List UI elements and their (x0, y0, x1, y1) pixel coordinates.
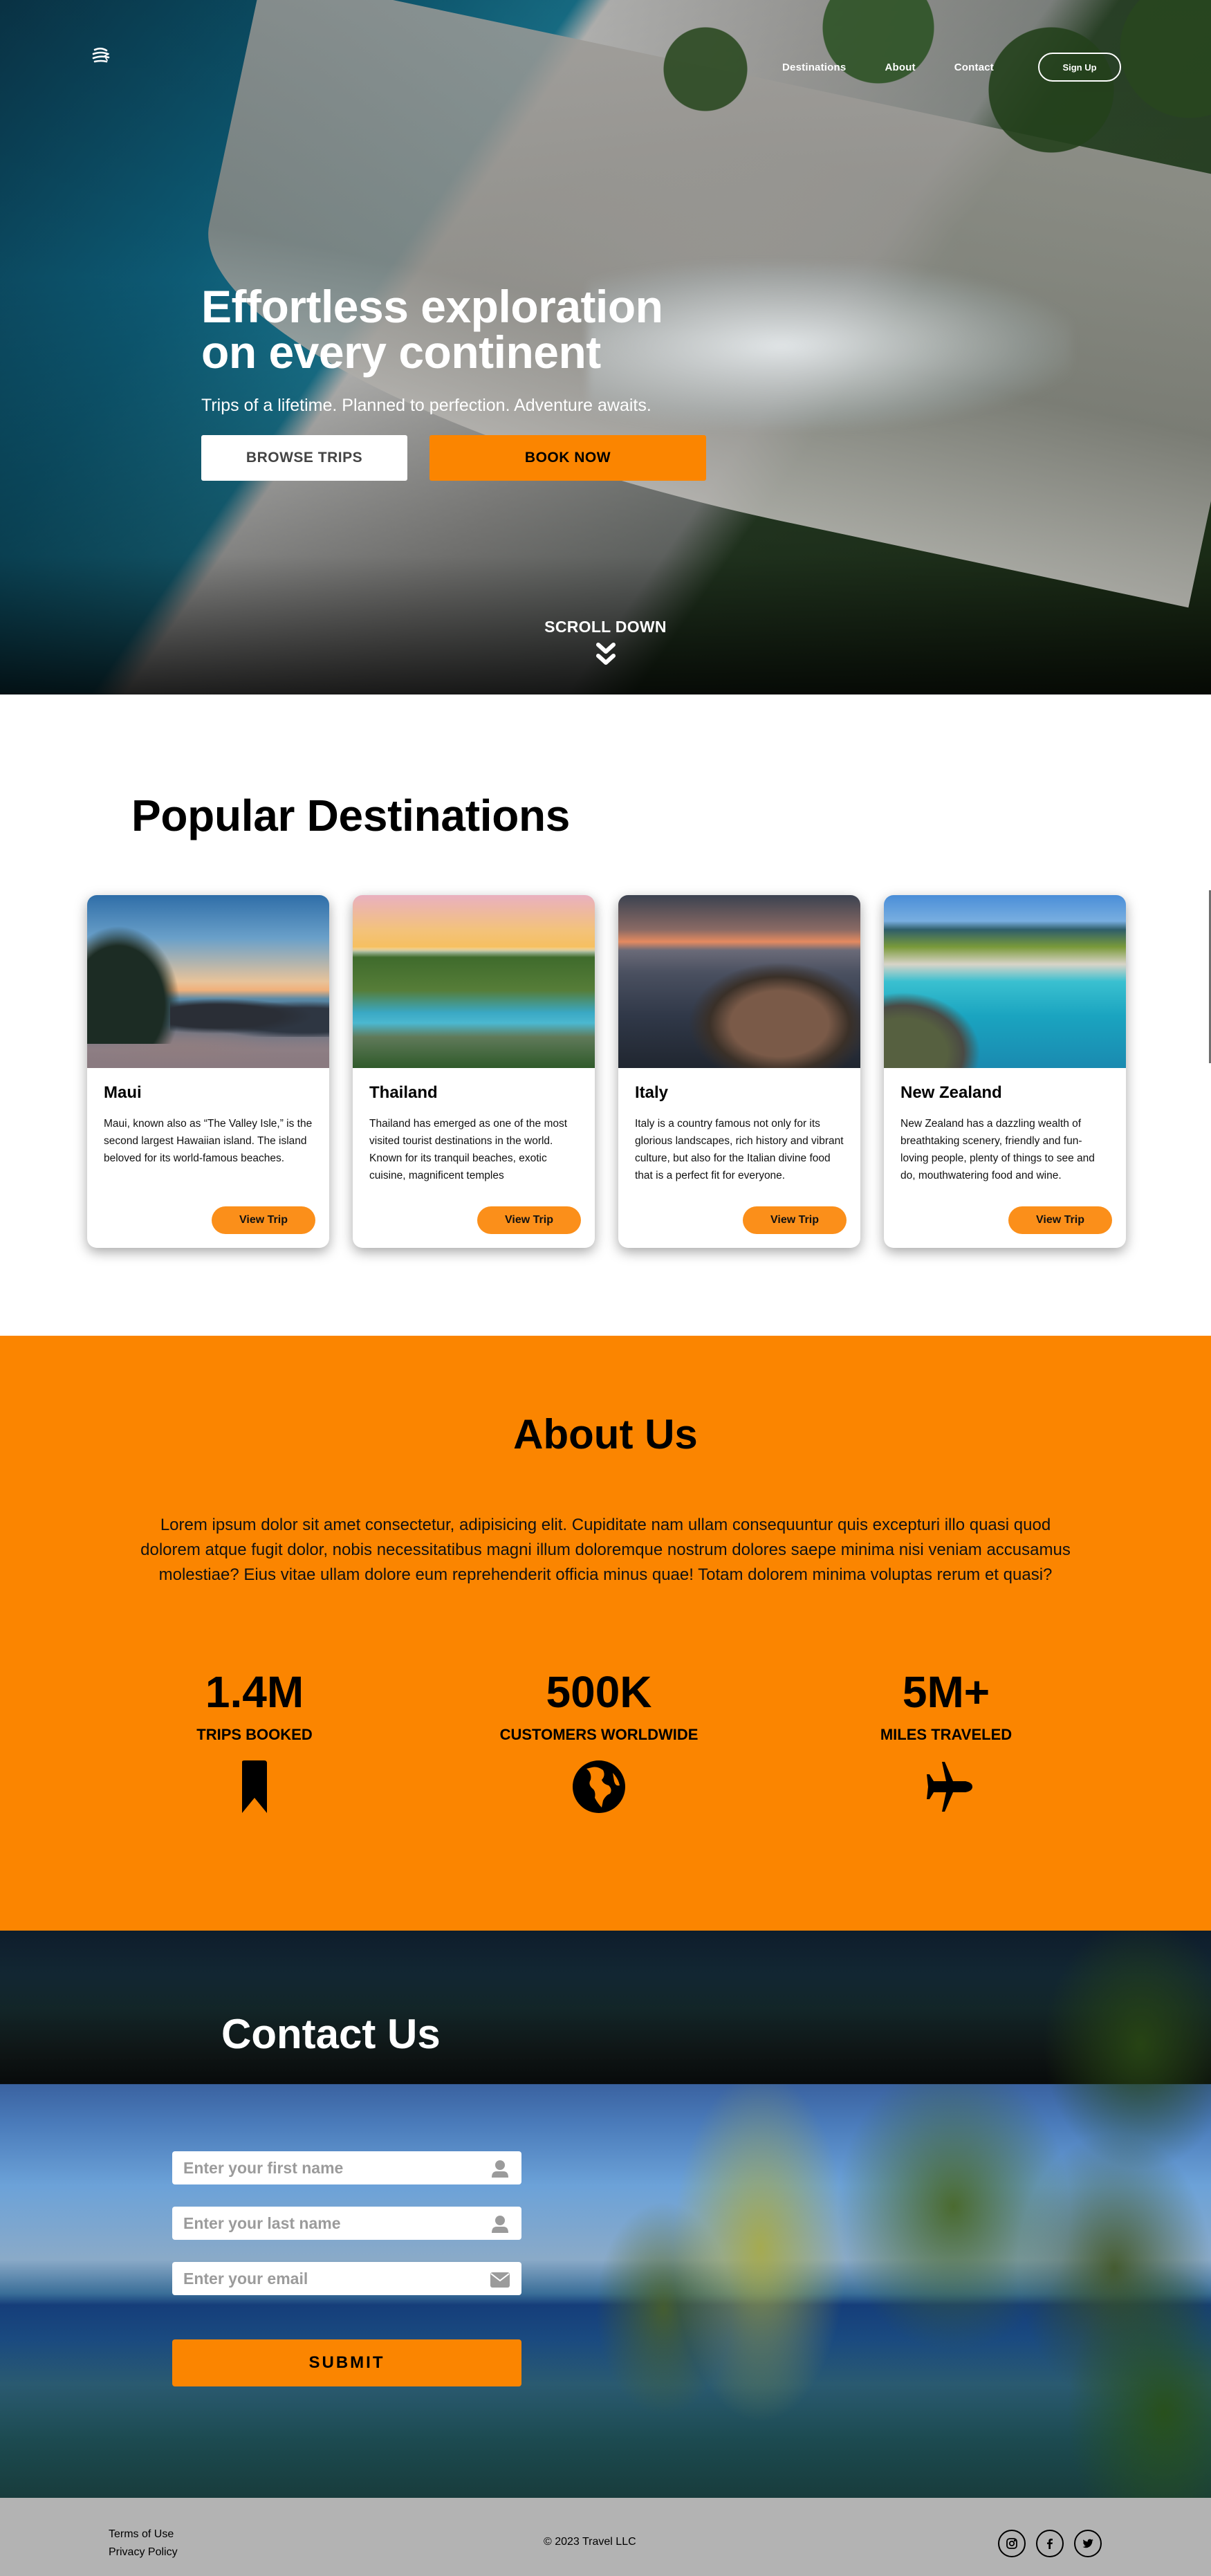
navbar: Destinations About Contact Sign Up (0, 0, 1211, 131)
instagram-link[interactable] (998, 2530, 1026, 2557)
destination-name: Maui (104, 1083, 142, 1102)
envelope-icon (490, 2272, 510, 2288)
hero-content: Effortless exploration on every continen… (201, 284, 706, 481)
contact-form: SUBMIT (172, 2151, 521, 2386)
terms-of-use-link[interactable]: Terms of Use (109, 2526, 178, 2543)
book-now-button[interactable]: BOOK NOW (429, 435, 706, 481)
about-text: Lorem ipsum dolor sit amet consectetur, … (140, 1516, 1071, 1584)
destination-card-thailand: Thailand Thailand has emerged as one of … (353, 895, 595, 1248)
view-trip-button-thailand[interactable]: View Trip (477, 1206, 581, 1234)
submit-button[interactable]: SUBMIT (172, 2339, 521, 2386)
destination-card-maui: Maui Maui, known also as “The Valley Isl… (87, 895, 329, 1248)
signup-button[interactable]: Sign Up (1038, 53, 1121, 82)
destination-card-new-zealand: New Zealand New Zealand has a dazzling w… (884, 895, 1126, 1248)
destination-description: Maui, known also as “The Valley Isle,” i… (104, 1118, 313, 1164)
facebook-link[interactable] (1036, 2530, 1064, 2557)
social-links (998, 2530, 1102, 2557)
about-title: About Us (513, 1411, 698, 1457)
destination-name: Thailand (369, 1083, 438, 1102)
copyright: © 2023 Travel LLC (544, 2536, 636, 2548)
last-name-input[interactable] (172, 2207, 521, 2240)
stat-value: 500K (546, 1667, 652, 1717)
airplane-icon (927, 1762, 972, 1812)
bookmark-icon (242, 1760, 267, 1813)
about-section: About Us Lorem ipsum dolor sit amet cons… (0, 1336, 1211, 1931)
nav-link-destinations[interactable]: Destinations (782, 62, 846, 73)
browse-trips-button[interactable]: BROWSE TRIPS (201, 435, 407, 481)
scroll-down-label: SCROLL DOWN (544, 618, 667, 636)
instagram-icon (1006, 2538, 1017, 2549)
destination-name: New Zealand (900, 1083, 1002, 1102)
nav-links: Destinations About Contact Sign Up (782, 53, 1121, 82)
stat-value: 5M+ (902, 1667, 990, 1717)
user-icon (492, 2216, 508, 2233)
email-input[interactable] (172, 2262, 521, 2295)
facebook-icon (1047, 2539, 1053, 2549)
stat-label: MILES TRAVELED (880, 1726, 1013, 1743)
view-trip-button-italy[interactable]: View Trip (743, 1206, 847, 1234)
hero-buttons: BROWSE TRIPS BOOK NOW (201, 435, 706, 481)
destination-description: New Zealand has a dazzling wealth of bre… (900, 1118, 1095, 1181)
globe-plane-icon (92, 47, 110, 63)
destination-image-maui (87, 895, 329, 1068)
nav-link-contact[interactable]: Contact (954, 62, 994, 73)
stat-customers-worldwide: 500K CUSTOMERS WORLDWIDE (461, 1668, 737, 1814)
scroll-down[interactable]: SCROLL DOWN (0, 618, 1211, 668)
contact-title: Contact Us (221, 2011, 441, 2057)
destination-image-italy (618, 895, 860, 1068)
destination-description: Italy is a country famous not only for i… (635, 1118, 844, 1181)
hero-section: Destinations About Contact Sign Up Effor… (0, 0, 1211, 694)
footer: Terms of Use Privacy Policy © 2023 Trave… (0, 2498, 1211, 2576)
hero-title: Effortless exploration on every continen… (201, 284, 706, 375)
destination-description: Thailand has emerged as one of the most … (369, 1118, 568, 1181)
contact-background-bush (976, 1931, 1211, 2498)
view-trip-button-new-zealand[interactable]: View Trip (1008, 1206, 1112, 1234)
first-name-input[interactable] (172, 2151, 521, 2184)
logo[interactable] (89, 43, 113, 68)
nav-link-about[interactable]: About (885, 62, 915, 73)
stat-label: TRIPS BOOKED (196, 1726, 313, 1743)
globe-icon (573, 1760, 625, 1813)
twitter-icon (1082, 2539, 1093, 2548)
stat-miles-traveled: 5M+ MILES TRAVELED (808, 1668, 1084, 1814)
destinations-title: Popular Destinations (131, 791, 571, 840)
privacy-policy-link[interactable]: Privacy Policy (109, 2543, 178, 2561)
destination-card-italy: Italy Italy is a country famous not only… (618, 895, 860, 1248)
destination-image-new-zealand (884, 895, 1126, 1068)
destinations-section: Popular Destinations Maui Maui, known al… (0, 694, 1211, 1336)
first-name-field-wrapper (172, 2151, 521, 2184)
double-chevron-down-icon (595, 643, 616, 665)
last-name-field-wrapper (172, 2207, 521, 2240)
footer-links: Terms of Use Privacy Policy (109, 2526, 178, 2561)
view-trip-button-maui[interactable]: View Trip (212, 1206, 315, 1234)
hero-subtitle: Trips of a lifetime. Planned to perfecti… (201, 396, 651, 415)
destination-name: Italy (635, 1083, 669, 1102)
contact-section: Contact Us SUBMIT (0, 1931, 1211, 2498)
hero-title-line-2: on every continent (201, 326, 601, 378)
stat-trips-booked: 1.4M TRIPS BOOKED (116, 1668, 393, 1814)
hero-title-line-1: Effortless exploration (201, 281, 663, 332)
stat-label: CUSTOMERS WORLDWIDE (499, 1726, 699, 1743)
destination-image-thailand (353, 895, 595, 1068)
destination-cards: Maui Maui, known also as “The Valley Isl… (87, 895, 1126, 1248)
email-field-wrapper (172, 2262, 521, 2295)
stat-value: 1.4M (205, 1667, 304, 1717)
twitter-link[interactable] (1074, 2530, 1102, 2557)
user-icon (492, 2160, 508, 2178)
